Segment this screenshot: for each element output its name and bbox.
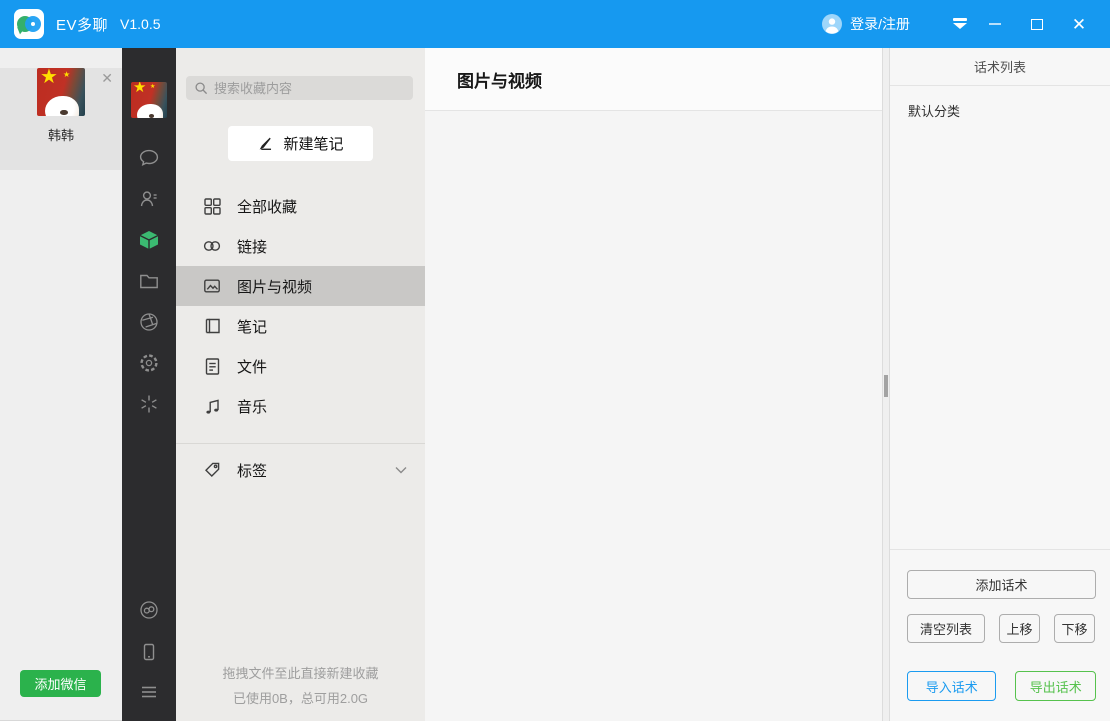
nav-item-label: 图片与视频	[237, 276, 312, 297]
chat-icon[interactable]	[138, 147, 160, 169]
export-scripts-button[interactable]: 导出话术	[1015, 671, 1096, 701]
account-avatar: ★★	[37, 68, 85, 116]
link-circle-icon[interactable]	[138, 599, 160, 621]
content-header: 图片与视频	[425, 48, 882, 111]
moments-icon[interactable]	[138, 311, 160, 333]
new-note-label: 新建笔记	[283, 133, 343, 154]
tag-icon	[202, 460, 222, 480]
app-logo-icon	[14, 9, 44, 39]
close-icon: ✕	[1072, 16, 1086, 33]
minimize-button[interactable]	[980, 9, 1010, 39]
nav-item-files[interactable]: 文件	[176, 346, 425, 386]
drop-hint: 拖拽文件至此直接新建收藏	[176, 663, 425, 682]
nav-item-music[interactable]: 音乐	[176, 386, 425, 426]
page-title: 图片与视频	[457, 67, 542, 92]
nav-item-label: 文件	[237, 356, 267, 377]
new-note-button[interactable]: 新建笔记	[228, 126, 373, 161]
tags-label: 标签	[237, 460, 267, 481]
nav-item-links[interactable]: 链接	[176, 226, 425, 266]
favorites-nav-list: 全部收藏 链接 图片与视频	[176, 186, 425, 426]
nav-item-label: 音乐	[237, 396, 267, 417]
maximize-icon	[1031, 19, 1043, 30]
favorites-cube-icon[interactable]	[138, 229, 160, 251]
close-button[interactable]: ✕	[1064, 9, 1094, 39]
menu-icon[interactable]	[138, 681, 160, 703]
scripts-panel-title: 话术列表	[890, 48, 1110, 86]
nav-item-images-videos[interactable]: 图片与视频	[176, 266, 425, 306]
search-box	[186, 76, 413, 100]
account-name: 韩韩	[0, 125, 122, 144]
chevron-down-icon	[395, 466, 407, 474]
skin-dropdown-icon[interactable]	[952, 18, 968, 30]
contacts-icon[interactable]	[138, 188, 160, 210]
search-icon	[194, 81, 208, 95]
minimize-icon	[989, 23, 1001, 25]
nav-item-label: 笔记	[237, 316, 267, 337]
import-scripts-button[interactable]: 导入话术	[907, 671, 996, 701]
move-up-button[interactable]: 上移	[999, 614, 1040, 643]
login-register-button[interactable]: 登录/注册	[822, 14, 910, 34]
accounts-panel: ✕ ★★ 韩韩 添加微信	[0, 48, 122, 721]
scripts-panel-footer: 添加话术 清空列表 上移 下移 导入话术 导出话术	[890, 549, 1110, 721]
nav-item-all[interactable]: 全部收藏	[176, 186, 425, 226]
pencil-icon	[257, 135, 274, 152]
link-icon	[202, 236, 222, 256]
nav-item-label: 链接	[237, 236, 267, 257]
user-circle-icon	[822, 14, 842, 34]
move-down-button[interactable]: 下移	[1054, 614, 1095, 643]
titlebar: EV多聊 V1.0.5 登录/注册 ✕	[0, 0, 1110, 48]
app-title: EV多聊	[56, 14, 108, 35]
phone-icon[interactable]	[138, 641, 160, 663]
add-script-button[interactable]: 添加话术	[907, 570, 1096, 599]
scripts-panel: 话术列表 默认分类 添加话术 清空列表 上移 下移 导入话术 导出话术	[890, 48, 1110, 721]
sparkle-icon[interactable]	[138, 393, 160, 415]
nav-item-notes[interactable]: 笔记	[176, 306, 425, 346]
main-sidebar: ★★	[122, 48, 176, 721]
settings-icon[interactable]	[138, 352, 160, 374]
content-panel: 图片与视频	[425, 48, 882, 721]
splitter-handle-icon[interactable]	[884, 375, 888, 397]
folder-icon[interactable]	[138, 270, 160, 292]
grid-icon	[202, 196, 222, 216]
clear-list-button[interactable]: 清空列表	[907, 614, 985, 643]
login-register-label: 登录/注册	[850, 14, 910, 34]
storage-info: 已使用0B，总可用2.0G	[176, 688, 425, 707]
note-icon	[202, 316, 222, 336]
maximize-button[interactable]	[1022, 9, 1052, 39]
account-close-icon[interactable]: ✕	[101, 71, 113, 85]
add-wechat-button[interactable]: 添加微信	[20, 670, 101, 697]
panel-splitter[interactable]	[882, 48, 890, 721]
image-icon	[202, 276, 222, 296]
script-category-item[interactable]: 默认分类	[908, 101, 1110, 120]
search-input[interactable]	[214, 81, 405, 96]
tags-row[interactable]: 标签	[176, 444, 425, 496]
app-version: V1.0.5	[120, 16, 160, 32]
nav-item-label: 全部收藏	[237, 196, 297, 217]
favorites-nav-panel: 新建笔记 全部收藏 链接	[176, 48, 425, 721]
account-cell[interactable]: ✕ ★★ 韩韩	[0, 68, 122, 170]
sidebar-avatar[interactable]: ★★	[131, 82, 167, 118]
app-window: EV多聊 V1.0.5 登录/注册 ✕ ✕	[0, 0, 1110, 721]
file-icon	[202, 356, 222, 376]
music-icon	[202, 396, 222, 416]
